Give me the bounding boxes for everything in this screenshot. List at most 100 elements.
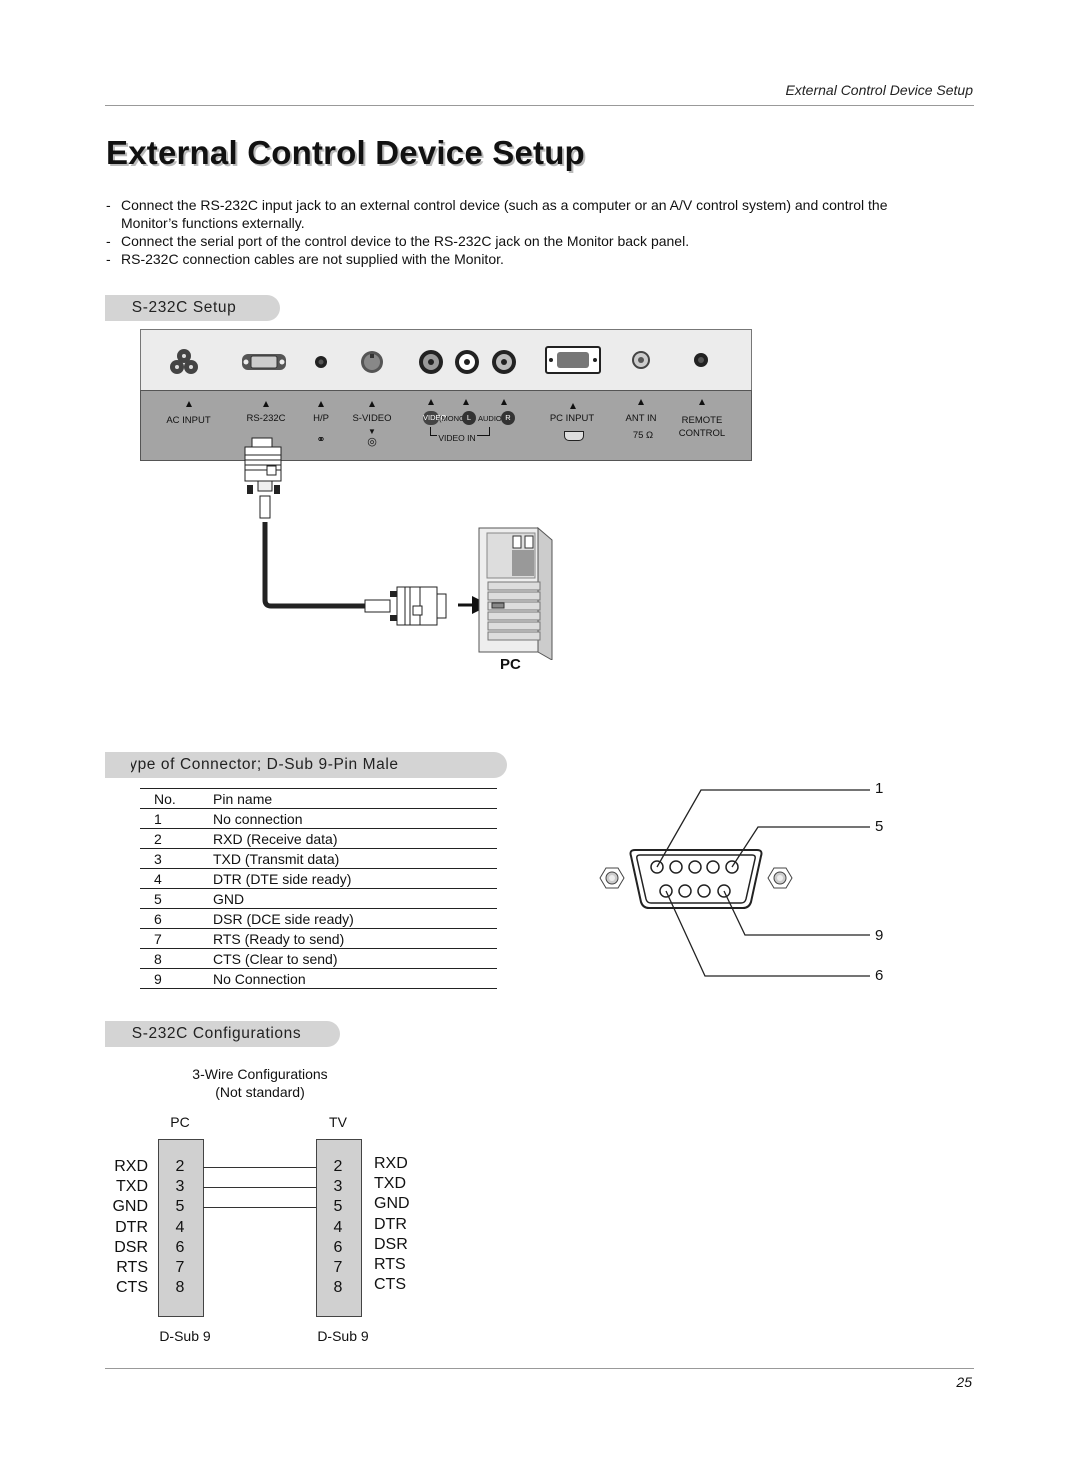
pin-name: RXD (Receive data) [213, 828, 497, 849]
video-audio-label-group: VIDEO (MONO) L AUDIO R [423, 411, 523, 427]
callout-label-6: 6 [875, 967, 884, 984]
tv-signal-label: DSR [374, 1235, 408, 1253]
pc-label: PC [500, 656, 521, 673]
tv-pin-number: 3 [333, 1178, 343, 1196]
arrow-up-icon [263, 401, 269, 407]
header-no: No. [140, 788, 213, 809]
page-title: External Control Device Setup [106, 134, 585, 171]
config-tv-header: TV [329, 1114, 347, 1130]
tv-pin-number: 8 [333, 1279, 343, 1297]
pin-number: 7 [140, 928, 213, 949]
tv-signal-label: CTS [374, 1276, 406, 1294]
pin-8-icon [697, 884, 711, 898]
pin-number: 8 [140, 948, 213, 969]
tv-pin-number: 2 [333, 1158, 343, 1175]
screw-left-icon [599, 867, 625, 889]
power-socket-icon [170, 349, 198, 374]
pin-3-icon [688, 860, 702, 874]
pc-pin-number: 7 [175, 1259, 185, 1276]
tv-signal-label: GND [374, 1195, 410, 1213]
label-control: CONTROL [678, 428, 726, 439]
pc-signal-label: DTR [115, 1218, 148, 1236]
pin-table-row: 7 RTS (Ready to send) [140, 928, 497, 949]
arrow-up-icon [369, 401, 375, 407]
arrow-up-icon [699, 399, 705, 405]
wire-connection [203, 1187, 316, 1189]
rca-audio-r-icon [492, 350, 516, 374]
pin-number: 6 [140, 908, 213, 929]
callout-label-9: 9 [875, 927, 884, 944]
tv-pin-number: 4 [333, 1218, 343, 1236]
pc-signal-label: GND [112, 1198, 148, 1216]
serial-cable [262, 522, 365, 609]
screw-right-icon [767, 867, 793, 889]
pin-table-header-row: No. Pin name [140, 788, 497, 809]
pin-name: GND [213, 888, 497, 909]
wire-connection [203, 1207, 316, 1209]
label-remote: REMOTE [681, 415, 723, 426]
tv-signal-label: RTS [374, 1256, 406, 1273]
antenna-coax-icon [632, 351, 650, 369]
label-pc-input: PC INPUT [549, 413, 595, 424]
label-video: VIDEO [423, 411, 446, 425]
pin-table: No. Pin name 1 No connection 2 RXD (Receive… [140, 788, 497, 989]
arrow-up-icon [638, 399, 644, 405]
cable-connection-diagram [244, 437, 553, 660]
pin-table-row: 4 DTR (DTE side ready) [140, 868, 497, 889]
pin-2-icon [669, 860, 683, 874]
pc-signal-label: DSR [114, 1238, 148, 1256]
label-svideo: S-VIDEO [352, 413, 392, 424]
label-l: L [462, 411, 476, 425]
pin-4-icon [706, 860, 720, 874]
pc-pin-number: 2 [175, 1158, 185, 1175]
vga-port-icon [545, 346, 601, 374]
pin-name: DTR (DTE side ready) [213, 868, 497, 889]
label-hp: H/P [313, 413, 329, 424]
serial-connector-monitor-icon [244, 437, 282, 519]
pc-signal-label: RTS [116, 1259, 148, 1276]
pin-number: 3 [140, 848, 213, 869]
running-header: External Control Device Setup [785, 82, 973, 98]
tv-pin-number: 6 [333, 1238, 343, 1256]
pc-pin-number: 5 [175, 1198, 185, 1216]
tv-pin-number: 7 [333, 1259, 343, 1276]
label-ant-ohm: 75 Ω [632, 430, 654, 441]
arrow-up-icon [570, 403, 576, 409]
pin-name: CTS (Clear to send) [213, 948, 497, 969]
pin-number: 4 [140, 868, 213, 889]
arrow-up-icon [186, 401, 192, 407]
rca-video-icon [419, 350, 443, 374]
pc-pin-number: 4 [175, 1218, 185, 1236]
config-pc-header: PC [170, 1114, 190, 1130]
serial-connector-pc-icon [364, 586, 447, 626]
label-ant-in: ANT IN [625, 413, 657, 424]
pin-table-row: 2 RXD (Receive data) [140, 828, 497, 849]
bullet-item: Connect the RS-232C input jack to an ext… [106, 196, 906, 232]
pc-pin-number: 6 [175, 1238, 185, 1256]
footer-rule [105, 1368, 974, 1369]
pin-number: 5 [140, 888, 213, 909]
section-heading-setup: RS-232C Setup [105, 295, 280, 321]
pin-table-row: 3 TXD (Transmit data) [140, 848, 497, 869]
tv-signal-label: TXD [374, 1175, 406, 1193]
section-heading-configurations: RS-232C Configurations [105, 1021, 340, 1047]
pin-number: 1 [140, 808, 213, 829]
pc-signal-label: RXD [114, 1158, 148, 1175]
pin-number: 9 [140, 968, 213, 989]
callout-label-1: 1 [875, 780, 884, 797]
pin-table-row: 9 No Connection [140, 968, 497, 989]
dsub-9-pin-diagram [599, 789, 870, 977]
pc-pin-number: 3 [175, 1178, 185, 1196]
label-audio: AUDIO [478, 414, 502, 423]
pin-table-row: 6 DSR (DCE side ready) [140, 908, 497, 929]
pc-dsub-label: D-Sub 9 [159, 1328, 211, 1344]
callout-label-5: 5 [875, 818, 884, 835]
headphone-jack-icon [315, 356, 327, 368]
intro-bullets: Connect the RS-232C input jack to an ext… [106, 196, 906, 268]
config-title: 3-Wire Configurations [192, 1066, 328, 1082]
svideo-port-icon [361, 351, 383, 373]
header-rule [105, 105, 974, 106]
pc-signal-label: TXD [116, 1178, 148, 1196]
arrow-up-icon [318, 401, 324, 407]
pin-number: 2 [140, 828, 213, 849]
